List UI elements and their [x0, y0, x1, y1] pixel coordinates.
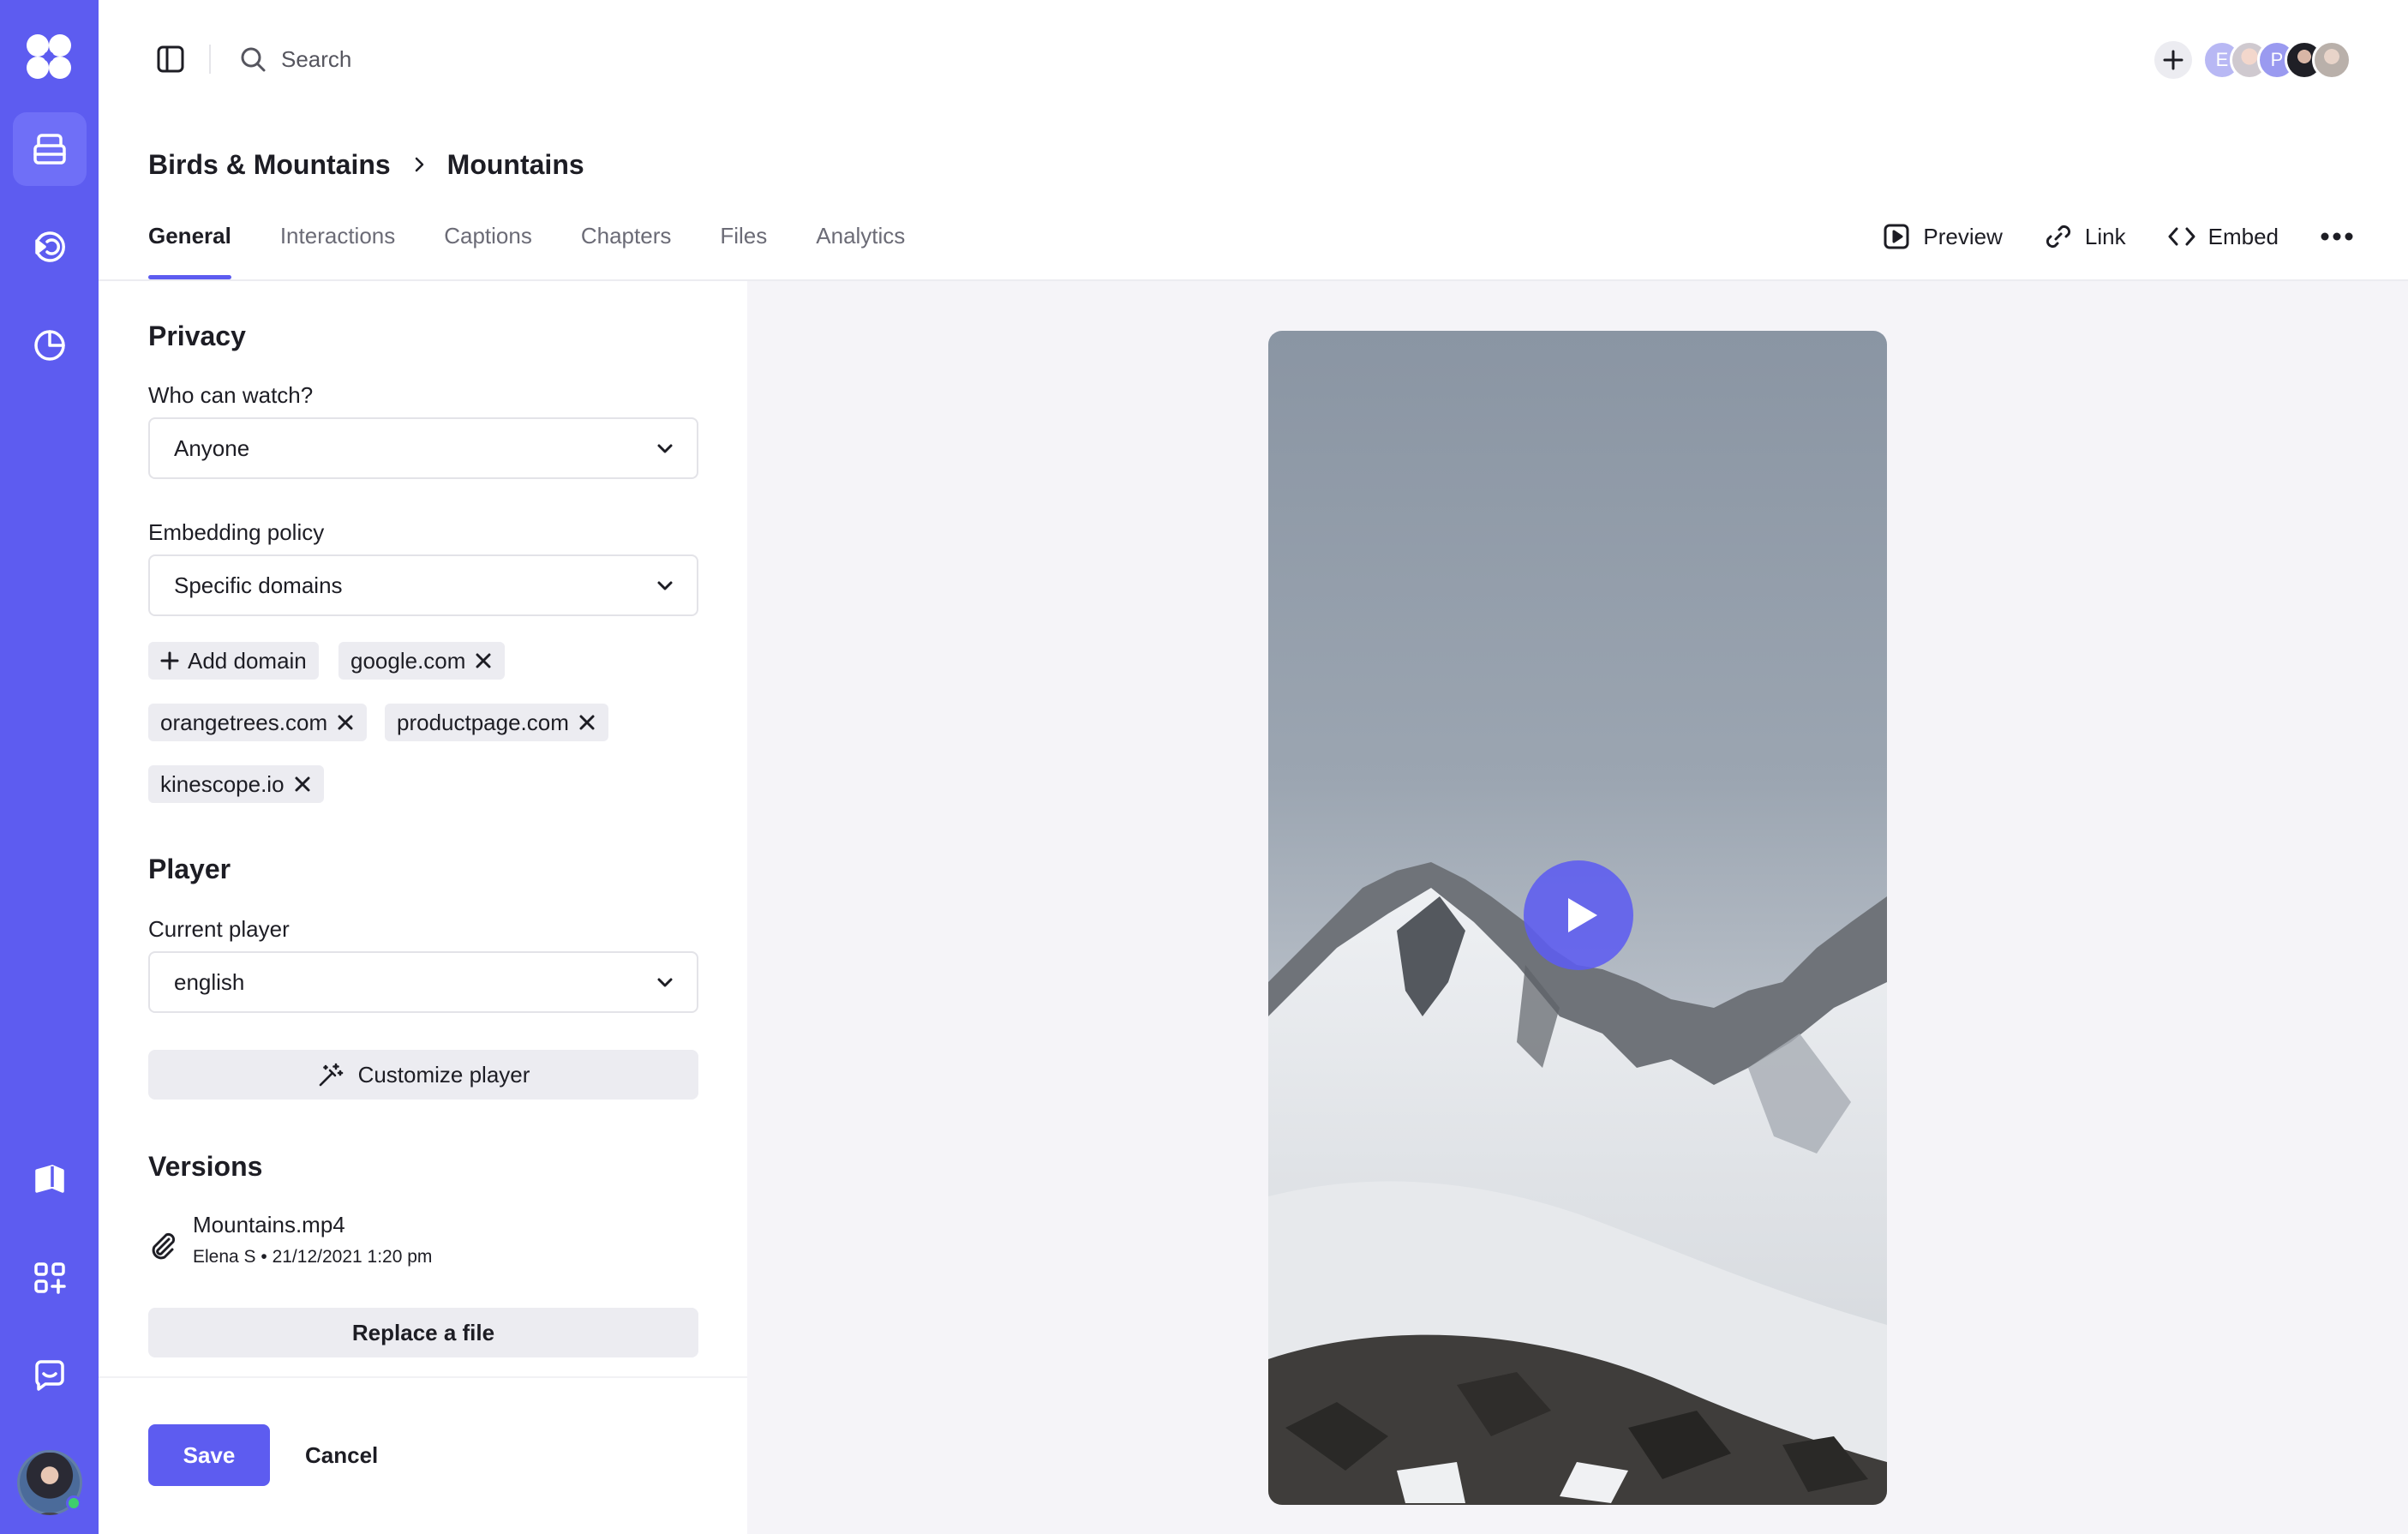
close-icon[interactable] — [336, 713, 355, 732]
versions-heading: Versions — [148, 1151, 263, 1182]
sidebar-item-docs[interactable] — [13, 1143, 87, 1217]
tab-interactions[interactable]: Interactions — [280, 214, 395, 279]
domain-chip-label: orangetrees.com — [160, 709, 328, 735]
version-item[interactable]: Mountains.mp4 Elena S • 21/12/2021 1:20 … — [148, 1212, 432, 1267]
search-input[interactable]: Search — [238, 41, 351, 77]
close-icon[interactable] — [474, 651, 493, 670]
magic-wand-icon — [319, 1063, 343, 1087]
replace-file-button[interactable]: Replace a file — [148, 1308, 698, 1357]
sidebar-item-analytics[interactable] — [13, 309, 87, 382]
embedding-policy-label: Embedding policy — [148, 519, 325, 545]
code-icon — [2168, 227, 2195, 246]
link-button[interactable]: Link — [2044, 222, 2126, 251]
who-can-watch-label: Who can watch? — [148, 382, 314, 408]
plus-icon — [160, 651, 179, 670]
close-icon[interactable] — [578, 713, 596, 732]
apps-icon — [34, 1262, 66, 1294]
add-domain-button[interactable]: Add domain — [148, 642, 319, 680]
privacy-heading: Privacy — [148, 321, 246, 351]
current-player-select[interactable]: english — [148, 951, 698, 1013]
folder-stack-icon — [33, 134, 66, 165]
breadcrumb-parent[interactable]: Birds & Mountains — [148, 149, 391, 181]
current-player-label: Current player — [148, 916, 290, 942]
sidebar-item-live[interactable] — [13, 210, 87, 284]
tab-captions[interactable]: Captions — [444, 214, 532, 279]
link-icon — [2046, 225, 2070, 249]
domain-chip: google.com — [338, 642, 506, 680]
who-can-watch-value: Anyone — [174, 434, 250, 461]
collaborator-avatars[interactable]: E P — [2202, 40, 2374, 80]
search-icon — [241, 47, 266, 72]
user-avatar[interactable] — [17, 1450, 82, 1515]
tab-analytics[interactable]: Analytics — [816, 214, 905, 279]
link-label: Link — [2084, 223, 2126, 249]
embedding-policy-select[interactable]: Specific domains — [148, 554, 698, 616]
avatar[interactable] — [2312, 40, 2351, 80]
topbar: Search E P — [99, 0, 2408, 118]
logo-icon[interactable] — [23, 31, 75, 82]
current-player-value: english — [174, 968, 245, 995]
book-icon — [35, 1165, 64, 1193]
form-footer: Save Cancel — [99, 1376, 747, 1534]
add-button[interactable] — [2154, 41, 2192, 79]
domain-chip: orangetrees.com — [148, 704, 368, 741]
play-button[interactable] — [1524, 860, 1633, 970]
domain-chip-label: google.com — [350, 647, 466, 674]
domain-chip-label: kinescope.io — [160, 770, 285, 797]
tab-general[interactable]: General — [148, 214, 231, 279]
pie-chart-icon — [34, 330, 65, 361]
embed-label: Embed — [2207, 223, 2279, 249]
tab-bar: General Interactions Captions Chapters F… — [148, 214, 905, 279]
chevron-down-icon — [657, 581, 673, 590]
settings-panel: Privacy Who can watch? Anyone Embedding … — [99, 281, 747, 1534]
header-actions: Preview Link Embed — [1882, 218, 2354, 255]
chevron-down-icon — [657, 978, 673, 987]
topbar-divider — [209, 45, 211, 74]
online-status-dot — [66, 1495, 81, 1511]
tab-files[interactable]: Files — [720, 214, 767, 279]
breadcrumb: Birds & Mountains Mountains — [148, 146, 584, 183]
preview-area — [747, 281, 2408, 1534]
sidebar — [0, 0, 99, 1534]
more-options-icon[interactable] — [2320, 231, 2354, 242]
close-icon[interactable] — [293, 775, 312, 794]
sidebar-toggle-icon[interactable] — [153, 44, 188, 75]
customize-player-label: Customize player — [357, 1061, 530, 1088]
sidebar-item-chat[interactable] — [13, 1339, 87, 1412]
paperclip-icon — [152, 1232, 176, 1260]
preview-label: Preview — [1923, 223, 2003, 249]
player-heading: Player — [148, 854, 231, 884]
sidebar-item-videos[interactable] — [13, 112, 87, 186]
video-player[interactable] — [1268, 331, 1887, 1505]
sidebar-item-apps[interactable] — [13, 1241, 87, 1315]
domain-chip: kinescope.io — [148, 765, 324, 803]
version-file-name: Mountains.mp4 — [193, 1212, 345, 1237]
embed-button[interactable]: Embed — [2167, 222, 2279, 251]
preview-button[interactable]: Preview — [1882, 222, 2003, 251]
chevron-down-icon — [657, 444, 673, 453]
search-placeholder: Search — [281, 45, 352, 72]
cancel-button[interactable]: Cancel — [305, 1424, 378, 1486]
chat-icon — [35, 1360, 64, 1391]
add-domain-label: Add domain — [188, 647, 307, 674]
version-file-meta: Elena S • 21/12/2021 1:20 pm — [193, 1247, 433, 1267]
chevron-right-icon — [415, 157, 423, 172]
play-square-icon — [1884, 224, 1909, 249]
domain-chip: productpage.com — [385, 704, 608, 741]
customize-player-button[interactable]: Customize player — [148, 1050, 698, 1100]
replace-file-label: Replace a file — [351, 1319, 495, 1345]
play-icon — [1568, 898, 1597, 932]
save-button[interactable]: Save — [148, 1424, 270, 1486]
domain-chip-label: productpage.com — [397, 709, 569, 735]
who-can-watch-select[interactable]: Anyone — [148, 417, 698, 479]
live-stream-icon — [35, 231, 65, 262]
plus-icon — [2163, 50, 2183, 70]
tab-chapters[interactable]: Chapters — [581, 214, 672, 279]
embedding-policy-value: Specific domains — [174, 572, 343, 598]
page-title: Mountains — [446, 148, 584, 180]
